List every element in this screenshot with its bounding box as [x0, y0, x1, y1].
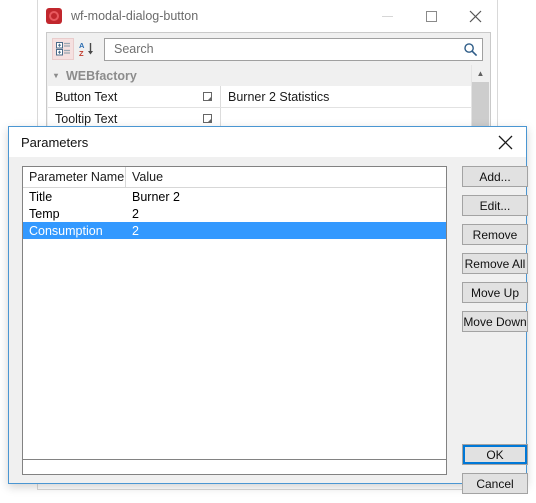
- property-name-cell: Tooltip Text: [48, 112, 220, 126]
- property-name-cell: Button Text: [48, 90, 220, 104]
- host-title-bar: wf-modal-dialog-button: [38, 0, 497, 32]
- column-header-parameter-name[interactable]: Parameter Name: [23, 167, 126, 187]
- cell-value: 2: [132, 223, 139, 238]
- host-window-title: wf-modal-dialog-button: [71, 9, 199, 23]
- close-icon: [469, 10, 481, 22]
- property-name-label: Tooltip Text: [55, 111, 118, 126]
- table-row[interactable]: Title Burner 2: [23, 188, 446, 205]
- table-header-row: Parameter Name Value: [23, 167, 446, 188]
- scrollbar-thumb[interactable]: [472, 82, 489, 130]
- property-category-label: WEBfactory: [66, 68, 137, 83]
- edit-button[interactable]: Edit...: [462, 195, 528, 216]
- property-value-cell[interactable]: Burner 2 Statistics: [220, 86, 471, 107]
- dialog-body: Parameter Name Value Title Burner 2 Temp…: [9, 157, 528, 494]
- parameters-dialog: Parameters Parameter Name Value Title Bu…: [8, 126, 528, 494]
- cell-value: 2: [132, 206, 139, 221]
- dialog-bottom-field: [22, 459, 447, 475]
- column-header-value[interactable]: Value: [126, 167, 446, 187]
- ellipsis-editor-icon[interactable]: [203, 92, 212, 101]
- remove-all-button[interactable]: Remove All: [462, 253, 528, 274]
- property-row-button-text[interactable]: Button Text Burner 2 Statistics: [48, 86, 471, 108]
- cell-parameter-name: Title: [29, 189, 53, 204]
- cell-parameter-name: Consumption: [29, 223, 103, 238]
- dialog-close-button[interactable]: [484, 128, 526, 157]
- chevron-up-icon[interactable]: ▲: [472, 65, 489, 82]
- ok-button[interactable]: OK: [462, 444, 528, 465]
- property-category-row[interactable]: ▾ WEBfactory: [48, 65, 471, 86]
- categorized-view-icon[interactable]: [52, 38, 74, 60]
- ellipsis-editor-icon[interactable]: [203, 114, 212, 123]
- maximize-button[interactable]: [409, 0, 453, 32]
- cell-parameter-name: Temp: [29, 206, 60, 221]
- app-icon: [46, 8, 62, 24]
- move-up-button[interactable]: Move Up: [462, 282, 528, 303]
- minimize-icon: [381, 15, 393, 17]
- table-row[interactable]: Temp 2: [23, 205, 446, 222]
- cell-value: Burner 2: [132, 189, 180, 204]
- dialog-title-bar: Parameters: [9, 127, 526, 157]
- alphabetical-sort-icon[interactable]: A Z: [76, 38, 98, 60]
- close-button[interactable]: [453, 0, 497, 32]
- search-input[interactable]: [112, 41, 463, 57]
- move-down-button[interactable]: Move Down: [462, 311, 528, 332]
- search-field-wrapper[interactable]: [104, 37, 483, 61]
- property-grid-toolbar: A Z: [47, 33, 490, 65]
- minimize-button[interactable]: [365, 0, 409, 32]
- parameters-table[interactable]: Parameter Name Value Title Burner 2 Temp…: [22, 166, 447, 471]
- maximize-icon: [425, 10, 437, 22]
- window-controls: [365, 0, 497, 32]
- svg-text:Z: Z: [79, 49, 84, 57]
- table-row-selected[interactable]: Consumption 2: [23, 222, 446, 239]
- triangle-collapse-icon[interactable]: ▾: [54, 71, 66, 80]
- remove-button[interactable]: Remove: [462, 224, 528, 245]
- search-icon[interactable]: [463, 42, 478, 57]
- dialog-title: Parameters: [21, 134, 89, 150]
- property-name-label: Button Text: [55, 89, 118, 104]
- cancel-button[interactable]: Cancel: [462, 473, 528, 494]
- close-icon: [498, 135, 512, 149]
- add-button[interactable]: Add...: [462, 166, 528, 187]
